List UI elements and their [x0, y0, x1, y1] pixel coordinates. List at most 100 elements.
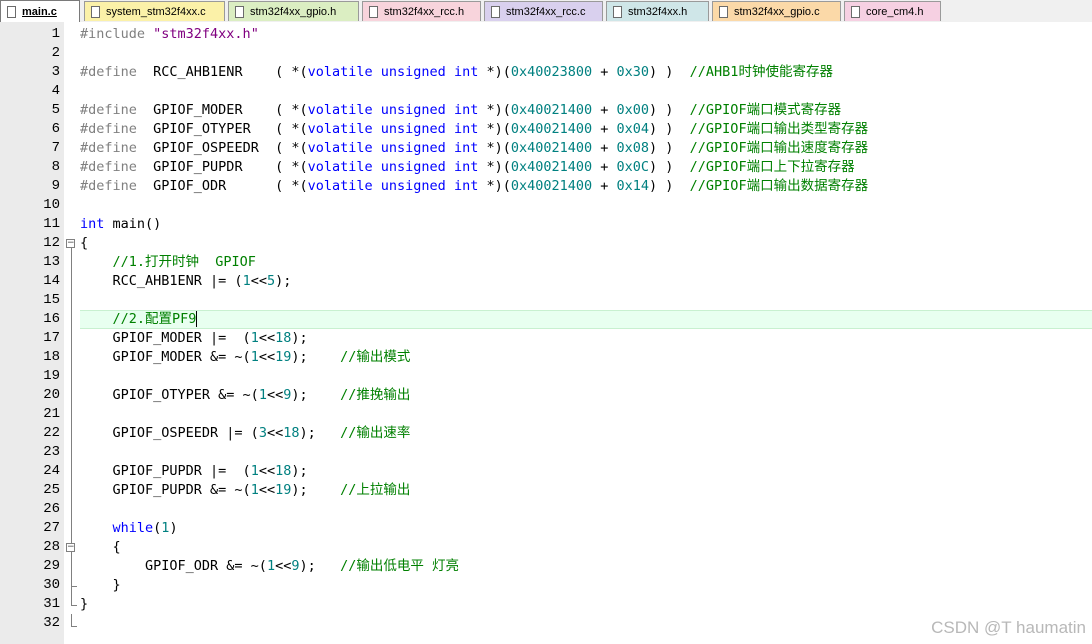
code-text[interactable]: RCC_AHB1ENR |= (1<<5);: [80, 272, 1092, 291]
code-line[interactable]: 1 #include "stm32f4xx.h": [0, 25, 1092, 44]
file-icon: [613, 5, 622, 18]
code-line[interactable]: 7 #define GPIOF_OSPEEDR ( *(volatile unsi…: [0, 139, 1092, 158]
code-text[interactable]: //1.打开时钟 GPIOF: [80, 253, 1092, 272]
code-text[interactable]: }: [80, 595, 1092, 614]
code-token-kw: volatile: [307, 121, 373, 137]
code-line[interactable]: 11 int main(): [0, 215, 1092, 234]
code-line[interactable]: 5 #define GPIOF_MODER ( *(volatile unsign…: [0, 101, 1092, 120]
code-text[interactable]: GPIOF_MODER &= ~(1<<19); //输出模式: [80, 348, 1092, 367]
code-line[interactable]: 27 while(1): [0, 519, 1092, 538]
code-text[interactable]: [80, 196, 1092, 215]
file-tab-core-cm4-h[interactable]: core_cm4.h: [844, 1, 941, 21]
file-tab-stm32f4xx-gpio-h[interactable]: stm32f4xx_gpio.h: [228, 1, 359, 21]
code-token-cmt: //输出速率: [340, 425, 411, 441]
code-text[interactable]: GPIOF_MODER |= (1<<18);: [80, 329, 1092, 348]
code-text[interactable]: #define RCC_AHB1ENR ( *(volatile unsigne…: [80, 63, 1092, 82]
code-line[interactable]: 17 GPIOF_MODER |= (1<<18);: [0, 329, 1092, 348]
code-line[interactable]: 19: [0, 367, 1092, 386]
code-text[interactable]: int main(): [80, 215, 1092, 234]
code-line[interactable]: 16 //2.配置PF9: [0, 310, 1092, 329]
line-number: 1: [51, 26, 60, 42]
file-tab-stm32f4xx-rcc-c[interactable]: stm32f4xx_rcc.c: [484, 1, 603, 21]
code-text[interactable]: #define GPIOF_OTYPER ( *(volatile unsign…: [80, 120, 1092, 139]
code-text[interactable]: }: [80, 576, 1092, 595]
file-tab-stm32f4xx-gpio-c[interactable]: stm32f4xx_gpio.c: [712, 1, 841, 21]
code-line[interactable]: 9 #define GPIOF_ODR ( *(volatile unsigned…: [0, 177, 1092, 196]
code-line[interactable]: 26: [0, 500, 1092, 519]
code-line[interactable]: 25 GPIOF_PUPDR &= ~(1<<19); //上拉输出: [0, 481, 1092, 500]
code-token-kw: int: [453, 121, 479, 137]
code-text[interactable]: GPIOF_PUPDR |= (1<<18);: [80, 462, 1092, 481]
code-token-plain: main(): [104, 216, 162, 232]
code-text[interactable]: #define GPIOF_ODR ( *(volatile unsigned …: [80, 177, 1092, 196]
code-line[interactable]: 18 GPIOF_MODER &= ~(1<<19); //输出模式: [0, 348, 1092, 367]
code-text[interactable]: GPIOF_PUPDR &= ~(1<<19); //上拉输出: [80, 481, 1092, 500]
code-token-plain: }: [80, 577, 121, 593]
code-line[interactable]: 12 {: [0, 234, 1092, 253]
line-number: 11: [43, 216, 60, 232]
code-line[interactable]: 10: [0, 196, 1092, 215]
file-tab-main-c[interactable]: main.c: [0, 0, 80, 22]
code-line[interactable]: 15: [0, 291, 1092, 310]
code-token-plain: );: [291, 482, 341, 498]
code-text[interactable]: while(1): [80, 519, 1092, 538]
code-line[interactable]: 14 RCC_AHB1ENR |= (1<<5);: [0, 272, 1092, 291]
code-line[interactable]: 29 GPIOF_ODR &= ~(1<<9); //输出低电平 灯亮: [0, 557, 1092, 576]
code-text[interactable]: GPIOF_OTYPER &= ~(1<<9); //推挽输出: [80, 386, 1092, 405]
code-line[interactable]: 3 #define RCC_AHB1ENR ( *(volatile unsign…: [0, 63, 1092, 82]
line-number: 6: [51, 121, 60, 137]
file-icon: [235, 5, 244, 18]
code-text[interactable]: #include "stm32f4xx.h": [80, 25, 1092, 44]
code-token-kw: int: [453, 102, 479, 118]
file-tab-system-stm32f4xx-c[interactable]: system_stm32f4xx.c: [84, 1, 225, 21]
code-text[interactable]: [80, 367, 1092, 386]
code-line[interactable]: 31}: [0, 595, 1092, 614]
code-text[interactable]: [80, 44, 1092, 63]
code-text[interactable]: #define GPIOF_PUPDR ( *(volatile unsigne…: [80, 158, 1092, 177]
code-token-num: 0x08: [616, 140, 650, 156]
code-line[interactable]: 32: [0, 614, 1092, 633]
code-token-cmt: //AHB1时钟使能寄存器: [689, 64, 833, 80]
code-line[interactable]: 6 #define GPIOF_OTYPER ( *(volatile unsig…: [0, 120, 1092, 139]
line-number: 15: [43, 292, 60, 308]
code-text[interactable]: #define GPIOF_OSPEEDR ( *(volatile unsig…: [80, 139, 1092, 158]
code-token-plain: +: [592, 121, 617, 137]
code-line[interactable]: 28 {: [0, 538, 1092, 557]
code-token-pp: #define: [80, 102, 137, 118]
code-text[interactable]: [80, 82, 1092, 101]
code-line[interactable]: 4: [0, 82, 1092, 101]
code-text[interactable]: {: [80, 234, 1092, 253]
code-token-plain: GPIOF_PUPDR |= (: [80, 463, 251, 479]
code-token-plain: <<: [258, 330, 276, 346]
line-number: 20: [43, 387, 60, 403]
code-line[interactable]: 24 GPIOF_PUPDR |= (1<<18);: [0, 462, 1092, 481]
code-line[interactable]: 13 //1.打开时钟 GPIOF: [0, 253, 1092, 272]
code-line[interactable]: 23: [0, 443, 1092, 462]
code-line[interactable]: 22 GPIOF_OSPEEDR |= (3<<18); //输出速率: [0, 424, 1092, 443]
code-text[interactable]: [80, 500, 1092, 519]
code-line[interactable]: 2: [0, 44, 1092, 63]
code-text[interactable]: #define GPIOF_MODER ( *(volatile unsigne…: [80, 101, 1092, 120]
code-line[interactable]: 8 #define GPIOF_PUPDR ( *(volatile unsign…: [0, 158, 1092, 177]
code-text[interactable]: [80, 291, 1092, 310]
code-line[interactable]: 20 GPIOF_OTYPER &= ~(1<<9); //推挽输出: [0, 386, 1092, 405]
code-token-plain: GPIOF_MODER &= ~(: [80, 349, 251, 365]
code-editor[interactable]: − − 1 #include "stm32f4xx.h" 2 3 #define RCC_…: [0, 22, 1092, 644]
code-line[interactable]: 21: [0, 405, 1092, 424]
file-tab-stm32f4xx-rcc-h[interactable]: stm32f4xx_rcc.h: [362, 1, 481, 21]
code-token-num: 3: [258, 425, 267, 441]
code-text[interactable]: //2.配置PF9: [80, 310, 1092, 329]
code-text[interactable]: GPIOF_OSPEEDR |= (3<<18); //输出速率: [80, 424, 1092, 443]
code-text[interactable]: [80, 443, 1092, 462]
code-text[interactable]: GPIOF_ODR &= ~(1<<9); //输出低电平 灯亮: [80, 557, 1092, 576]
code-text[interactable]: [80, 405, 1092, 424]
line-number: 25: [43, 482, 60, 498]
line-number: 32: [43, 615, 60, 631]
file-tab-stm32f4xx-h[interactable]: stm32f4xx.h: [606, 1, 709, 21]
code-text[interactable]: {: [80, 538, 1092, 557]
code-line[interactable]: 30 }: [0, 576, 1092, 595]
